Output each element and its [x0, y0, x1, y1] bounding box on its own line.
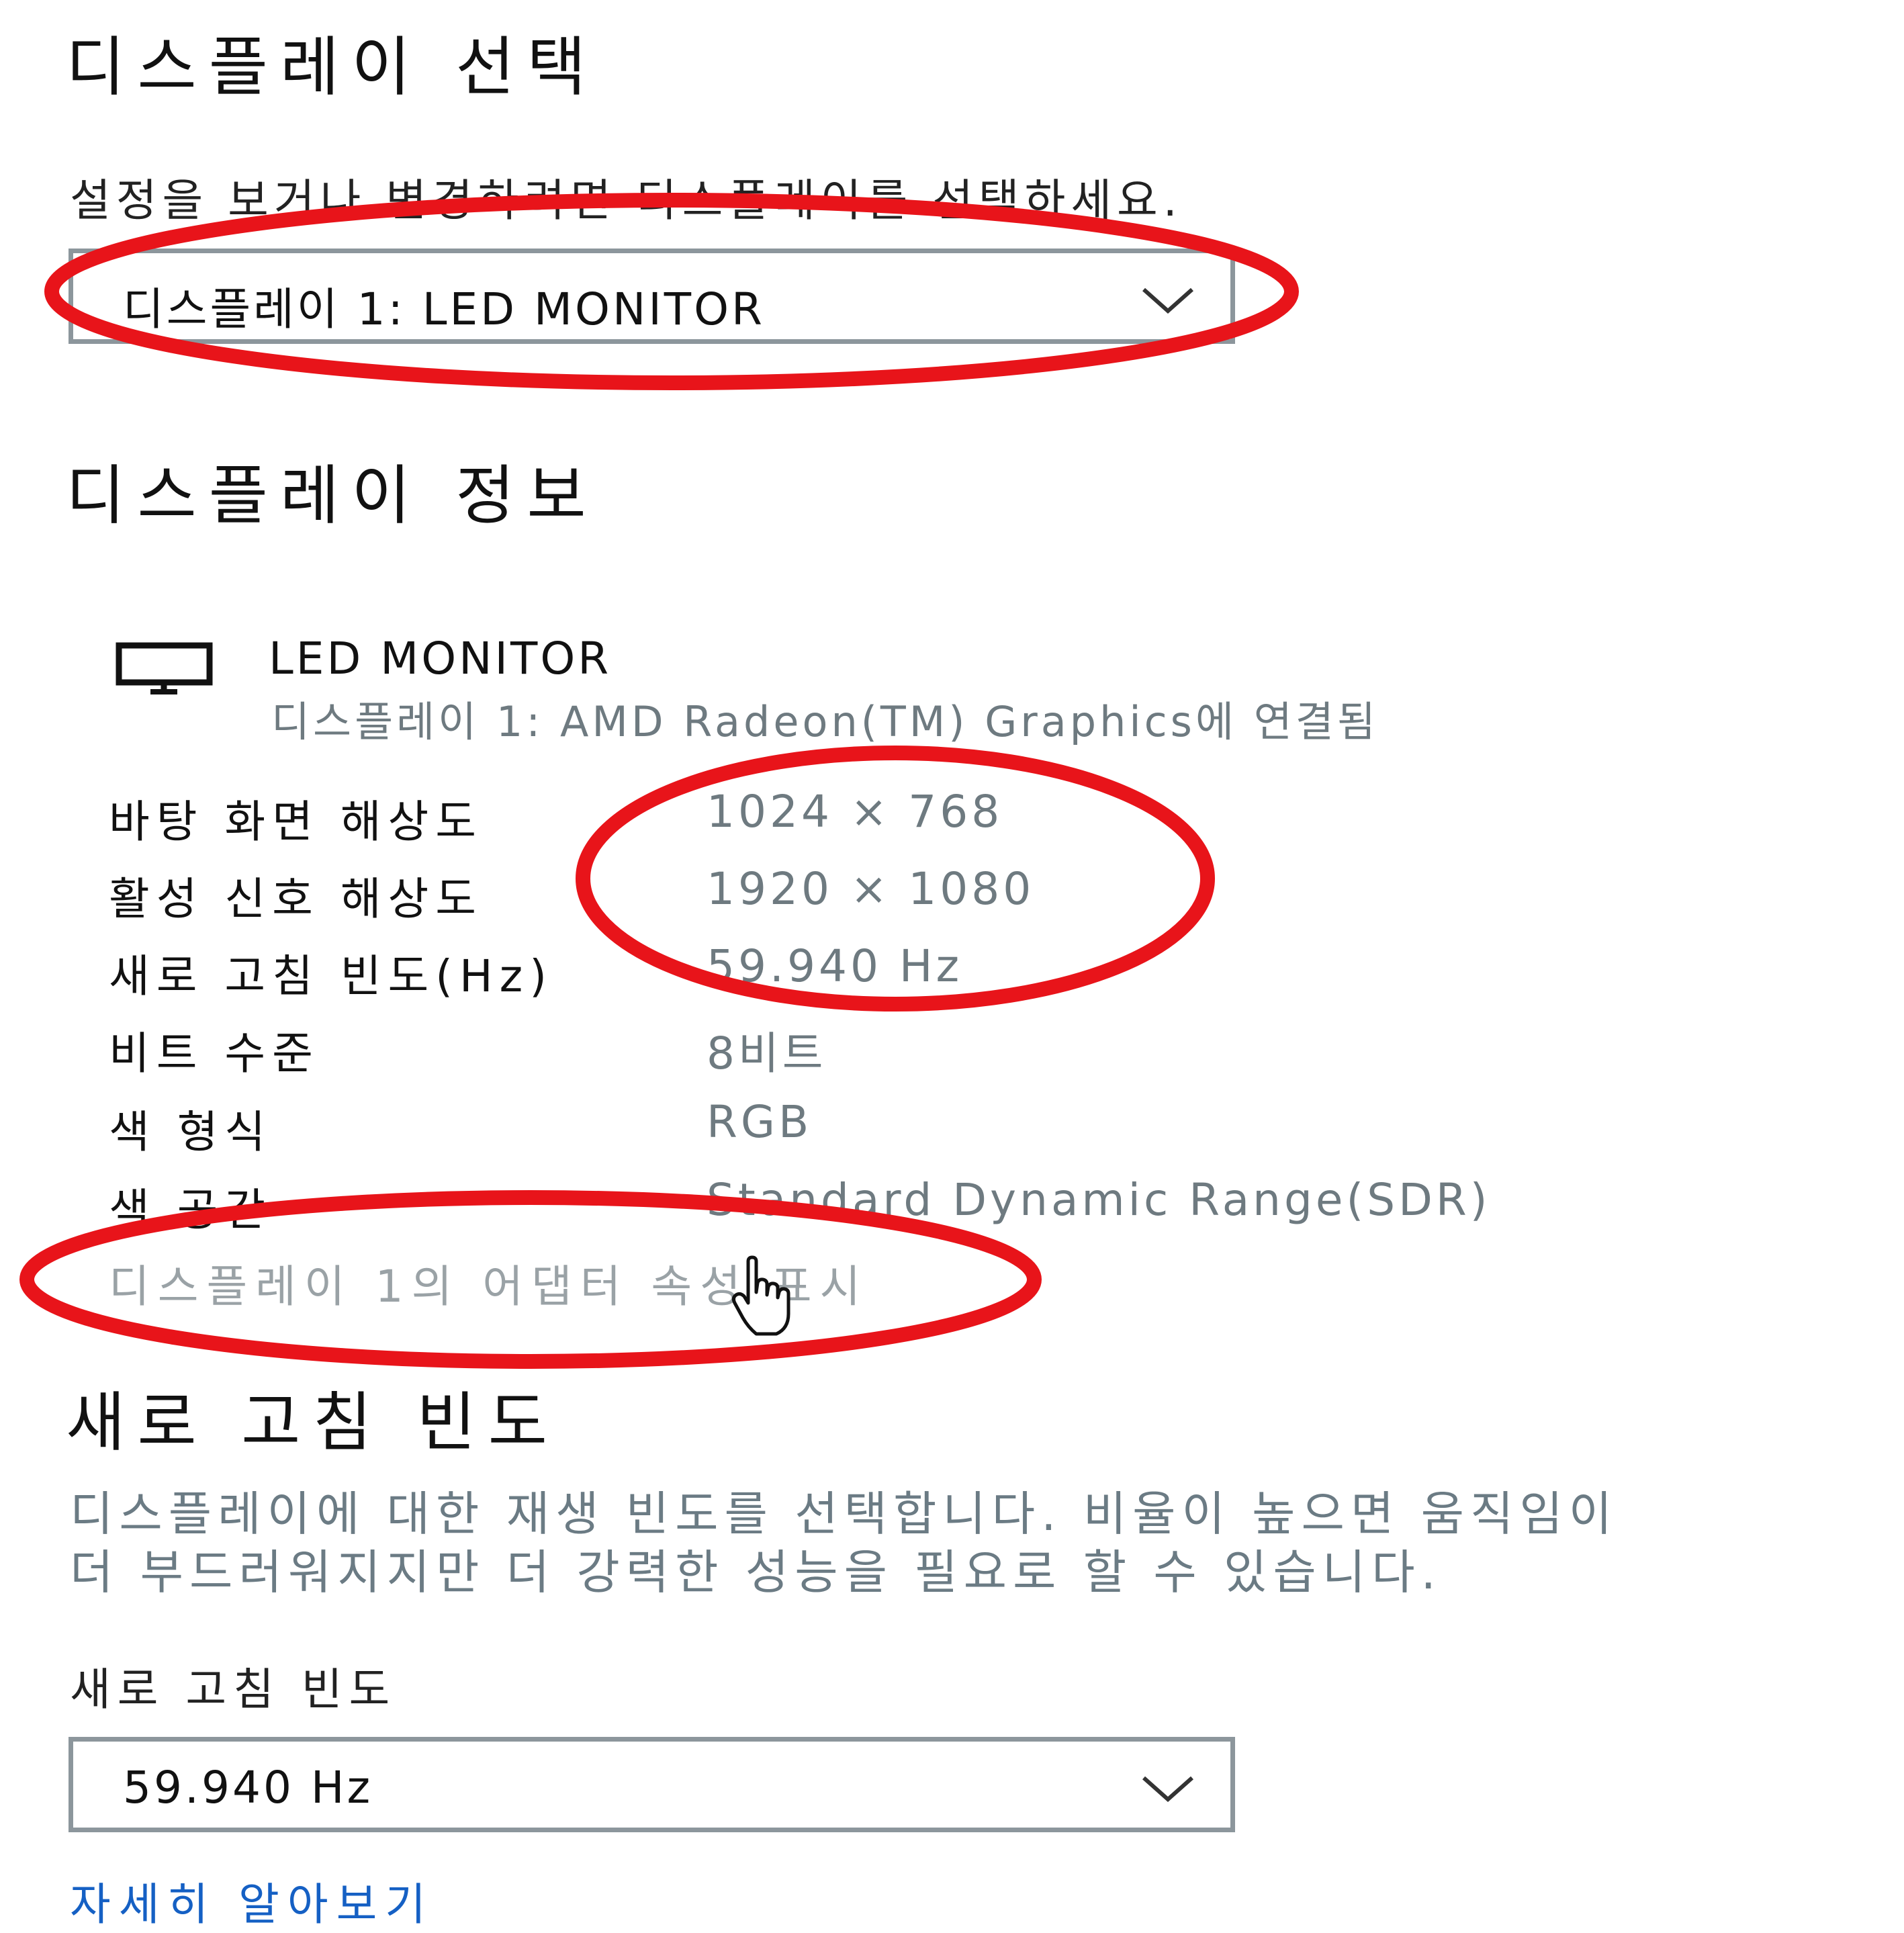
monitor-icon — [116, 642, 213, 694]
desktop-resolution-label: 바탕 화면 해상도 — [109, 796, 483, 848]
select-display-description: 설정을 보거나 변경하려면 디스플레이를 선택하세요. — [70, 175, 1183, 226]
color-space-label: 색 공간 — [109, 1184, 273, 1236]
monitor-name: LED MONITOR — [269, 633, 612, 684]
bit-depth-label: 비트 수준 — [109, 1028, 320, 1079]
bit-depth-value: 8비트 — [707, 1028, 827, 1079]
refresh-rate-dropdown[interactable]: 59.940 Hz — [69, 1737, 1235, 1832]
active-signal-resolution-label: 활성 신호 해상도 — [109, 873, 483, 925]
refresh-rate-heading: 새로 고침 빈도 — [66, 1385, 559, 1460]
adapter-properties-link[interactable]: 디스플레이 1의 어댑터 속성 표시 — [109, 1251, 868, 1315]
active-signal-resolution-value: 1920 × 1080 — [707, 863, 1035, 915]
select-display-heading: 디스플레이 선택 — [66, 30, 598, 105]
desktop-resolution-value: 1024 × 768 — [707, 786, 1003, 838]
color-format-value: RGB — [707, 1096, 813, 1148]
learn-more-link[interactable]: 자세히 알아보기 — [70, 1869, 434, 1933]
chevron-down-icon — [1142, 1776, 1193, 1803]
refresh-rate-description-line2: 더 부드러워지지만 더 강력한 성능을 필요로 할 수 있습니다. — [70, 1545, 1442, 1600]
refresh-rate-value: 59.940 Hz — [707, 940, 963, 992]
monitor-connection: 디스플레이 1: AMD Radeon(TM) Graphics에 연결됨 — [271, 697, 1379, 746]
refresh-rate-field-label: 새로 고침 빈도 — [70, 1664, 397, 1715]
refresh-rate-label: 새로 고침 빈도(Hz) — [109, 950, 554, 1002]
color-space-value: Standard Dynamic Range(SDR) — [707, 1174, 1491, 1226]
color-format-label: 색 형식 — [109, 1106, 273, 1158]
display-info-heading: 디스플레이 정보 — [66, 458, 598, 533]
refresh-rate-dropdown-value: 59.940 Hz — [123, 1762, 373, 1813]
chevron-down-icon — [1142, 287, 1193, 314]
display-select-value: 디스플레이 1: LED MONITOR — [123, 283, 765, 335]
refresh-rate-description-line1: 디스플레이에 대한 재생 빈도를 선택합니다. 비율이 높으면 움직임이 — [70, 1486, 1619, 1541]
display-select-dropdown[interactable]: 디스플레이 1: LED MONITOR — [69, 249, 1235, 344]
